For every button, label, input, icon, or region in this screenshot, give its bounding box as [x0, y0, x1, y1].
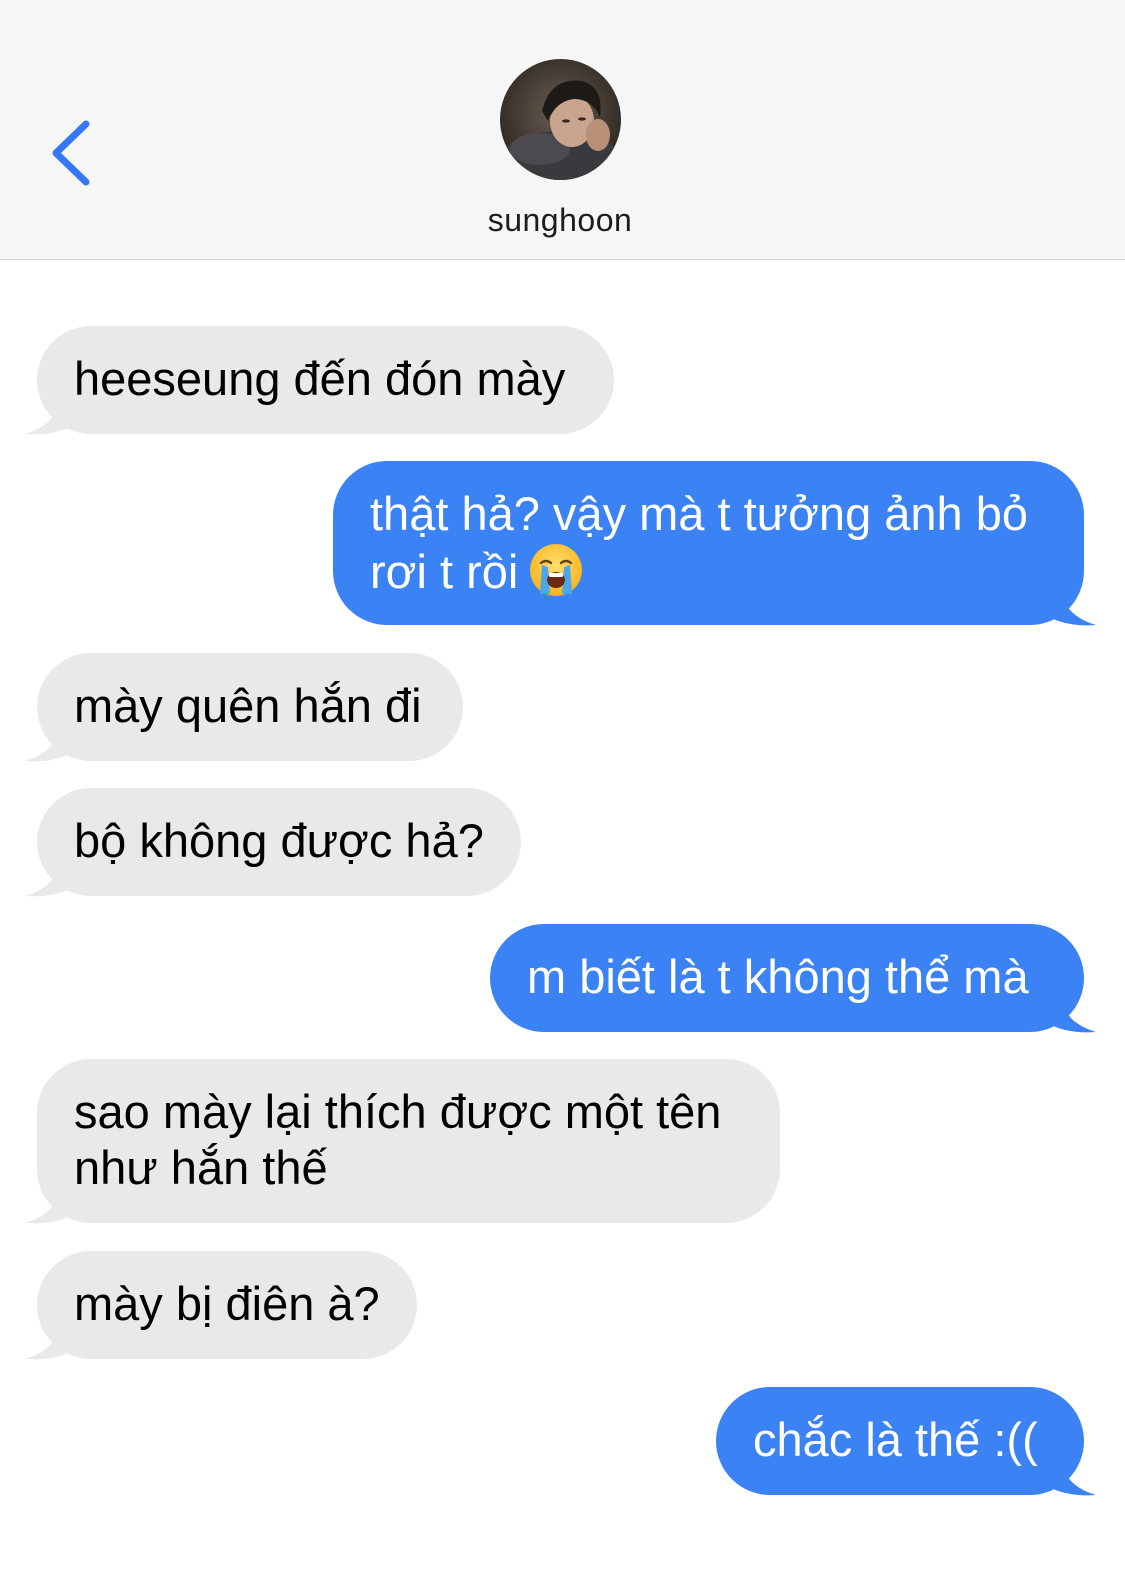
message-bubble-incoming[interactable]: heeseung đến đón mày	[25, 326, 614, 435]
back-button[interactable]	[40, 110, 110, 200]
chevron-left-icon	[52, 120, 90, 186]
bubble-tail	[25, 1175, 81, 1224]
message-text: bộ không được hả?	[74, 814, 484, 867]
bubble-tail	[25, 1311, 81, 1360]
bubble-tail	[25, 386, 81, 435]
message-bubble-outgoing[interactable]: thật hả? vậy mà t tưởng ảnh bỏ rơi t rồi	[333, 461, 1096, 626]
message-text: mày quên hắn đi	[74, 679, 422, 732]
contact-avatar-image	[500, 59, 621, 180]
message-text: m biết là t không thể mà	[527, 950, 1029, 1003]
message-bubble-outgoing[interactable]: m biết là t không thể mà	[490, 924, 1096, 1033]
message-text: mày bị điên à?	[74, 1277, 380, 1330]
contact-name[interactable]: sunghoon	[0, 202, 1120, 239]
message-bubble-incoming[interactable]: sao mày lại thích được một tên như hắn t…	[25, 1059, 780, 1224]
message-bubble-incoming[interactable]: mày quên hắn đi	[25, 653, 463, 762]
conversation-header: sunghoon	[0, 0, 1125, 260]
message-bubble-outgoing[interactable]: chắc là thế :((	[716, 1387, 1096, 1496]
message-text-line-2: rơi t rồi	[370, 545, 519, 598]
message-text: heeseung đến đón mày	[74, 352, 566, 405]
message-text-line-2: như hắn thế	[74, 1141, 328, 1194]
bubble-tail	[1040, 1447, 1096, 1496]
bubble-tail	[25, 848, 81, 897]
loudly-crying-face-icon	[530, 544, 583, 596]
message-bubble-incoming[interactable]: bộ không được hả?	[25, 788, 521, 897]
message-bubble-incoming[interactable]: mày bị điên à?	[25, 1251, 417, 1360]
message-text-line-1: thật hả? vậy mà t tưởng ảnh bỏ	[370, 487, 1029, 540]
bubble-tail	[1040, 984, 1096, 1033]
message-text-line-1: sao mày lại thích được một tên	[74, 1085, 722, 1138]
bubble-tail	[1040, 577, 1096, 626]
avatar[interactable]	[500, 59, 621, 180]
message-text: chắc là thế :((	[753, 1413, 1038, 1466]
bubble-tail	[25, 713, 81, 762]
